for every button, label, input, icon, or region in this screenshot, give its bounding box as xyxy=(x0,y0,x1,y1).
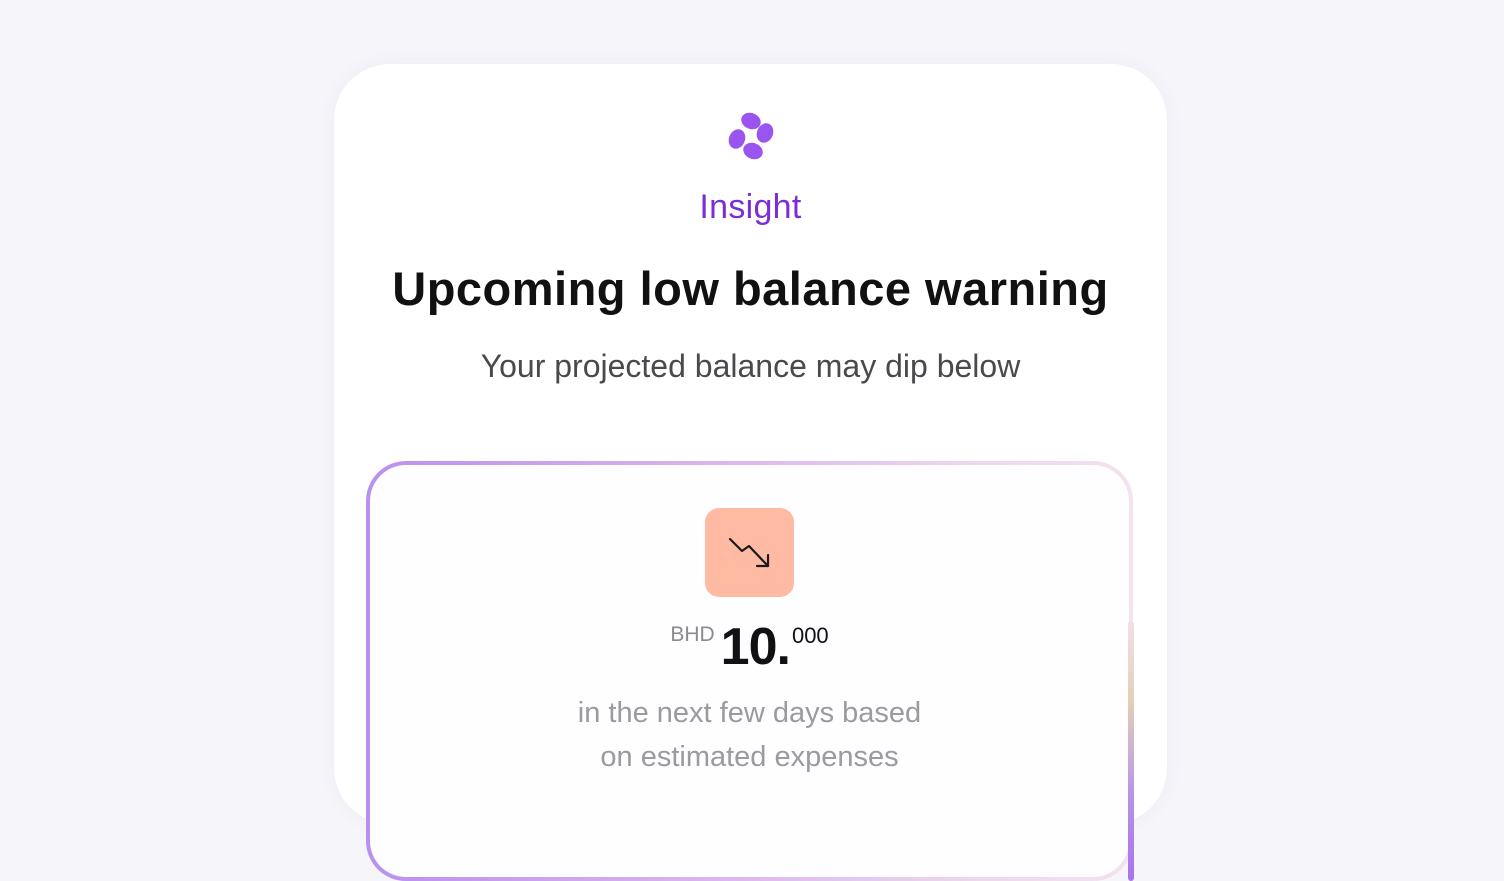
trend-tile xyxy=(705,508,794,597)
projected-balance-box: BHD 10.000 in the next few days based on … xyxy=(366,461,1134,881)
card-title: Upcoming low balance warning xyxy=(392,262,1109,315)
caption-line-2: on estimated expenses xyxy=(600,741,899,773)
insight-label: Insight xyxy=(699,188,802,226)
purple-four-petal-logo-icon xyxy=(724,108,780,164)
insight-card: Insight Upcoming low balance warning You… xyxy=(334,64,1167,881)
trending-down-arrow-icon xyxy=(728,537,770,568)
caption-line-1: in the next few days based xyxy=(577,697,922,729)
balance-amount: BHD 10.000 xyxy=(370,617,1129,677)
amount-fraction: 000 xyxy=(791,623,829,648)
card-subtitle: Your projected balance may dip below xyxy=(480,348,1021,384)
amount-whole: 10. xyxy=(720,618,791,676)
balance-caption: in the next few days based on estimated … xyxy=(370,691,1129,779)
currency-code: BHD xyxy=(670,623,715,646)
